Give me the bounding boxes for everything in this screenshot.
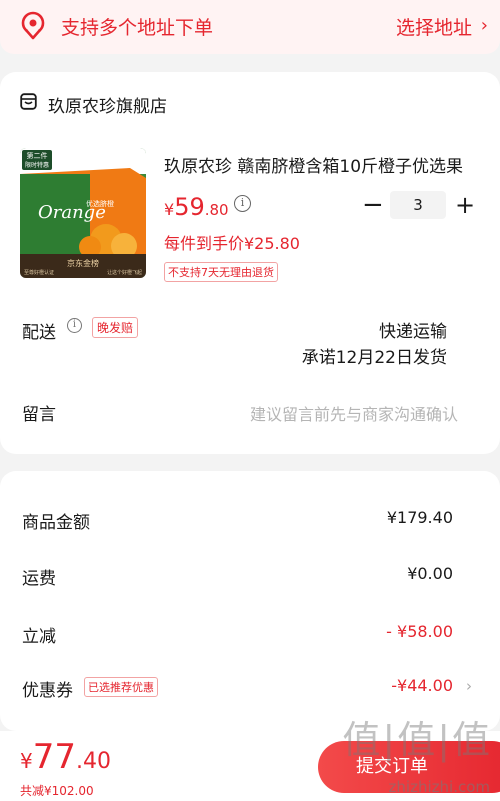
shipping-fee-row: 运费 ¥0.00 <box>0 564 500 594</box>
price-decimal: .80 <box>204 201 229 219</box>
instant-discount-row: 立减 - ¥58.00 <box>0 622 500 652</box>
quantity-input[interactable]: 3 <box>390 191 446 219</box>
message-input[interactable]: 建议留言前先与商家沟通确认 <box>250 401 458 425</box>
total-price: ¥77.40 <box>20 737 111 777</box>
side-right: 让这个好橙飞起 <box>107 269 142 276</box>
return-policy-badge: 不支持7天无理由退货 <box>164 262 278 282</box>
coupon-row[interactable]: 优惠券 已选推荐优惠 -¥44.00 › <box>0 676 500 706</box>
info-icon[interactable]: i <box>234 195 251 212</box>
instant-discount-label: 立减 <box>22 627 56 647</box>
product-title[interactable]: 玖原农珍 赣南脐橙含箱10斤橙子优选果 <box>164 152 469 177</box>
orange-box-illustration: 第二件 限时特惠 Orange 优选脐橙 京东金榜 至尊好橙认证 让这个好橙飞起 <box>20 148 146 278</box>
badge-line1: 第二件 <box>27 151 48 160</box>
quantity-increase-button[interactable]: + <box>455 191 475 219</box>
goods-amount-label: 商品金额 <box>22 513 90 533</box>
watermark-logo: 值|值|值 <box>342 718 492 762</box>
shop-icon <box>20 93 37 110</box>
chevron-right-icon: › <box>480 15 488 36</box>
order-item-card: 玖原农珍旗舰店 第二件 限时特惠 Orange 优选脐橙 京东金榜 至尊好橙认证… <box>0 72 500 454</box>
product-price: ¥59.80 <box>164 193 229 221</box>
address-prompt: 支持多个地址下单 <box>61 17 214 39</box>
coupon-label: 优惠券 <box>22 681 73 701</box>
location-pin-icon <box>21 11 45 40</box>
shipping-info-icon[interactable]: i <box>67 318 82 333</box>
coupon-recommended-tag: 已选推荐优惠 <box>84 677 158 697</box>
chevron-right-icon: › <box>466 677 472 695</box>
select-address-link[interactable]: 选择地址 <box>396 13 472 40</box>
box-label: 优选脐橙 <box>86 199 114 208</box>
price-integer: 59 <box>174 193 205 221</box>
shipping-label: 配送 <box>22 323 56 343</box>
total-currency: ¥ <box>20 749 33 773</box>
shop-name[interactable]: 玖原农珍旗舰店 <box>48 92 167 117</box>
watermark-site: zhizhizhi.com <box>388 778 490 796</box>
price-summary-card: 商品金额 ¥179.40 运费 ¥0.00 立减 - ¥58.00 优惠券 已选… <box>0 471 500 731</box>
side-left: 至尊好橙认证 <box>24 269 54 276</box>
late-compensation-badge: 晚发赔 <box>92 317 139 338</box>
quantity-decrease-button[interactable]: − <box>362 192 384 218</box>
address-bar[interactable]: 支持多个地址下单 选择地址 › <box>0 0 500 54</box>
goods-amount-value: ¥179.40 <box>386 508 453 527</box>
message-label: 留言 <box>22 405 56 425</box>
shipping-method: 快递运输 <box>379 322 447 342</box>
total-integer: 77 <box>32 737 76 777</box>
brand-line: 京东金榜 <box>67 258 99 268</box>
instant-discount-value: - ¥58.00 <box>386 622 453 641</box>
per-unit-price: 每件到手价¥25.80 <box>164 234 300 253</box>
shipping-promise: 承诺12月22日发货 <box>301 348 447 368</box>
shipping-fee-label: 运费 <box>22 569 56 589</box>
goods-amount-row: 商品金额 ¥179.40 <box>0 508 500 538</box>
total-saved: 共减¥102.00 <box>20 784 94 798</box>
coupon-value: -¥44.00 <box>391 676 453 695</box>
shipping-fee-value: ¥0.00 <box>407 564 453 583</box>
price-currency: ¥ <box>164 200 175 219</box>
total-decimal: .40 <box>76 749 111 774</box>
badge-line2: 限时特惠 <box>25 161 49 169</box>
product-image[interactable]: 第二件 限时特惠 Orange 优选脐橙 京东金榜 至尊好橙认证 让这个好橙飞起 <box>20 148 146 278</box>
checkout-bar: ¥77.40 共减¥102.00 提交订单 值|值|值 zhizhizhi.co… <box>0 718 500 801</box>
